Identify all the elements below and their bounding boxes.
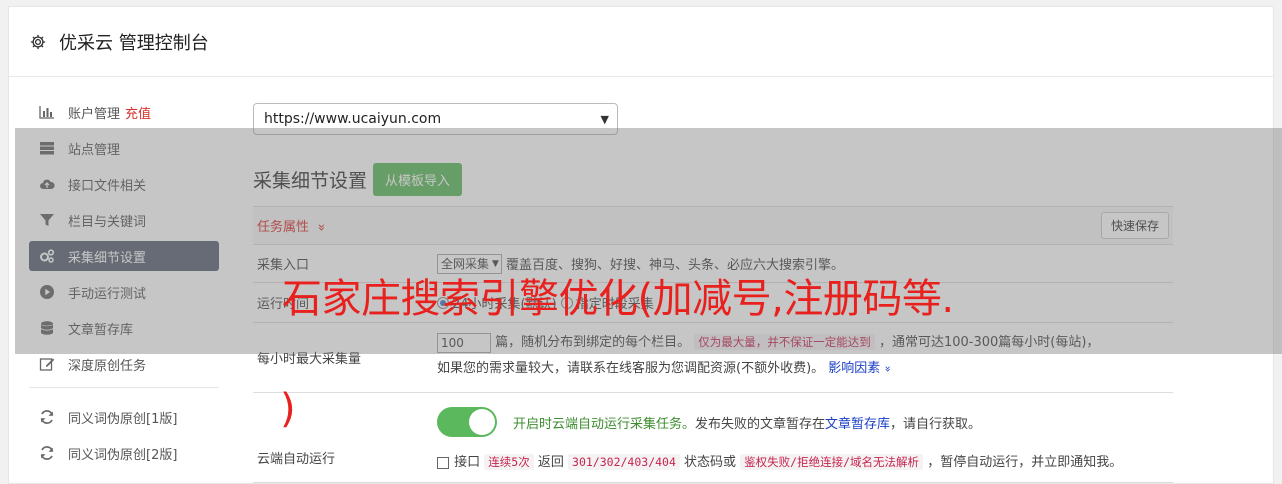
console-panel: 优采云 管理控制台 账户管理 充值 站点管理 接口文件相关 栏目与关键词 采集细…: [8, 6, 1274, 484]
sidebar-item-synonym-v1[interactable]: 同义词伪原创[1版]: [29, 402, 219, 432]
article-store-link[interactable]: 文章暂存库: [825, 413, 890, 432]
gears-icon: [40, 249, 55, 263]
sidebar-item-interface[interactable]: 接口文件相关: [29, 169, 219, 199]
auto-run-toggle[interactable]: [437, 407, 497, 437]
import-template-button[interactable]: 从模板导入: [373, 163, 463, 196]
sidebar-item-deep-original[interactable]: 深度原创任务: [29, 349, 219, 379]
max-text2: ，通常可达100-300篇每小时(每站)，: [878, 335, 1100, 350]
sidebar-item-label: 同义词伪原创[2版]: [68, 447, 178, 463]
max-content: 100 篇，随机分布到绑定的每个栏目。 仅为最大量，并不保证一定能达到 ，通常可…: [437, 323, 1173, 392]
auto-line1: 开启时云端自动运行采集任务。 发布失败的文章暂存在 文章暂存库 ，请自行获取。: [437, 407, 1173, 437]
max-text3: 如果您的需求量较大，请联系在线客服为您调配资源(不额外收费)。: [437, 361, 825, 376]
sidebar-item-label: 采集细节设置: [68, 250, 147, 266]
code-5x: 连续5次: [484, 454, 534, 470]
cloud-upload-icon: [40, 179, 55, 189]
task-attr-row: 任务属性 » 快速保存: [253, 207, 1173, 245]
sidebar-item-label: 栏目与关键词: [68, 214, 147, 230]
sidebar-item-label: 接口文件相关: [68, 178, 147, 194]
auto-content: 开启时云端自动运行采集任务。 发布失败的文章暂存在 文章暂存库 ，请自行获取。 …: [437, 393, 1173, 482]
max-line2: 如果您的需求量较大，请联系在线客服为您调配资源(不额外收费)。 影响因素 »: [437, 356, 1173, 382]
sidebar-item-label: 站点管理: [68, 142, 121, 158]
sidebar-item-label: 手动运行测试: [68, 286, 147, 302]
filter-icon: [40, 214, 54, 226]
auto-text5: ，暂停自动运行，并立即通知我。: [927, 455, 1123, 470]
play-circle-icon: [40, 285, 54, 299]
task-attr-toggle[interactable]: 任务属性 »: [257, 216, 329, 235]
max-text1: 篇，随机分布到绑定的每个栏目。: [495, 335, 691, 350]
chevron-down-icon: »: [313, 223, 329, 232]
sidebar-divider: [29, 387, 219, 388]
sidebar-item-article-store[interactable]: 文章暂存库: [29, 313, 219, 343]
auto-text4: 状态码或: [684, 455, 737, 470]
sidebar-item-manual-run[interactable]: 手动运行测试: [29, 277, 219, 307]
cb-label: 接口: [454, 455, 481, 470]
auto-line2: 接口 连续5次 返回 301/302/403/404 状态码或 鉴权失败/拒绝连…: [437, 451, 1173, 470]
max-line1: 100 篇，随机分布到绑定的每个栏目。 仅为最大量，并不保证一定能达到 ，通常可…: [437, 329, 1173, 356]
auto-row: 云端自动运行 开启时云端自动运行采集任务。 发布失败的文章暂存在 文章暂存库 ，…: [253, 393, 1173, 483]
sidebar-item-label: 文章暂存库: [68, 322, 134, 338]
sidebar-item-synonym-v2[interactable]: 同义词伪原创[2版]: [29, 438, 219, 468]
sidebar-item-label: 账户管理: [68, 106, 121, 122]
gear-icon: [30, 34, 46, 49]
recharge-link[interactable]: 充值: [125, 103, 151, 122]
page-title: 优采云 管理控制台: [59, 32, 209, 54]
pause-checkbox[interactable]: [437, 456, 449, 469]
sidebar: 账户管理 充值 站点管理 接口文件相关 栏目与关键词 采集细节设置 手动运行测试…: [29, 97, 219, 474]
auto-text1: 发布失败的文章暂存在: [695, 416, 826, 432]
section-title-row: 采集细节设置 从模板导入: [253, 163, 1173, 196]
max-label: 每小时最大采集量: [257, 352, 362, 367]
sidebar-item-sites[interactable]: 站点管理: [29, 133, 219, 163]
auto-run-desc: 开启时云端自动运行采集任务。: [513, 416, 696, 432]
code-errors: 鉴权失败/拒绝连接/域名无法解析: [740, 454, 924, 470]
code-status: 301/302/403/404: [568, 454, 680, 470]
sidebar-item-label: 深度原创任务: [68, 358, 147, 374]
settings-table: 任务属性 » 快速保存 采集入口 全网采集 ▼ 覆盖百度、搜狗、好搜、神马、头条…: [253, 206, 1173, 483]
refresh-icon: [40, 410, 54, 424]
factors-link[interactable]: 影响因素 »: [828, 361, 895, 376]
sidebar-item-collect-settings[interactable]: 采集细节设置: [29, 241, 219, 271]
max-per-hour-input[interactable]: 100: [437, 332, 491, 353]
chevron-down-icon: »: [881, 365, 895, 373]
database-icon: [40, 321, 54, 335]
sidebar-item-label: 同义词伪原创[1版]: [68, 411, 178, 427]
watermark-text-2: ): [280, 386, 296, 432]
section-title: 采集细节设置: [253, 170, 368, 192]
panel-header: 优采云 管理控制台: [9, 7, 1273, 77]
edit-icon: [39, 358, 55, 371]
quick-save-button[interactable]: 快速保存: [1100, 212, 1169, 239]
task-attr-label: 任务属性: [257, 220, 310, 235]
auto-text2: ，请自行获取。: [890, 416, 982, 432]
max-note: 仅为最大量，并不保证一定能达到: [694, 334, 875, 350]
sidebar-item-columns[interactable]: 栏目与关键词: [29, 205, 219, 235]
toggle-knob: [469, 409, 495, 435]
chevron-down-icon: ▼: [600, 112, 609, 126]
site-select[interactable]: https://www.ucaiyun.com ▼: [253, 103, 618, 135]
watermark-text: 石家庄搜索引擎优化(加减号,注册码等.: [282, 276, 954, 322]
sidebar-item-account[interactable]: 账户管理 充值: [29, 97, 219, 127]
server-icon: [40, 142, 54, 155]
site-select-value: https://www.ucaiyun.com: [264, 111, 442, 127]
auto-text3: 返回: [537, 455, 564, 470]
refresh-icon: [40, 446, 54, 460]
factors-link-label: 影响因素: [828, 361, 881, 376]
max-row: 每小时最大采集量 100 篇，随机分布到绑定的每个栏目。 仅为最大量，并不保证一…: [253, 323, 1173, 393]
bar-chart-icon: [39, 106, 54, 119]
